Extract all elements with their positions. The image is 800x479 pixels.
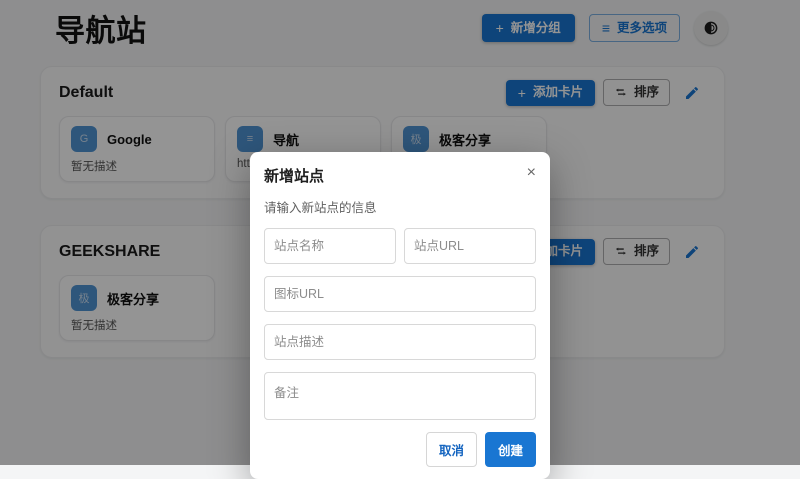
modal-header: 新增站点 × — [264, 165, 536, 186]
add-site-modal: 新增站点 × 请输入新站点的信息 取消 创建 — [250, 152, 550, 479]
modal-footer: 取消 创建 — [264, 432, 536, 467]
cancel-button[interactable]: 取消 — [425, 432, 477, 467]
modal-title: 新增站点 — [264, 168, 325, 185]
site-description-input[interactable] — [264, 324, 536, 360]
site-name-input[interactable] — [264, 228, 396, 264]
create-button[interactable]: 创建 — [484, 432, 536, 467]
form-row — [264, 276, 536, 312]
icon-url-input[interactable] — [264, 276, 536, 312]
modal-subtitle: 请输入新站点的信息 — [264, 201, 377, 215]
form-row — [264, 228, 536, 264]
form-row — [264, 372, 536, 420]
note-input[interactable] — [264, 372, 536, 420]
close-icon[interactable]: × — [519, 165, 536, 181]
site-url-input[interactable] — [404, 228, 536, 264]
form-row — [264, 324, 536, 360]
